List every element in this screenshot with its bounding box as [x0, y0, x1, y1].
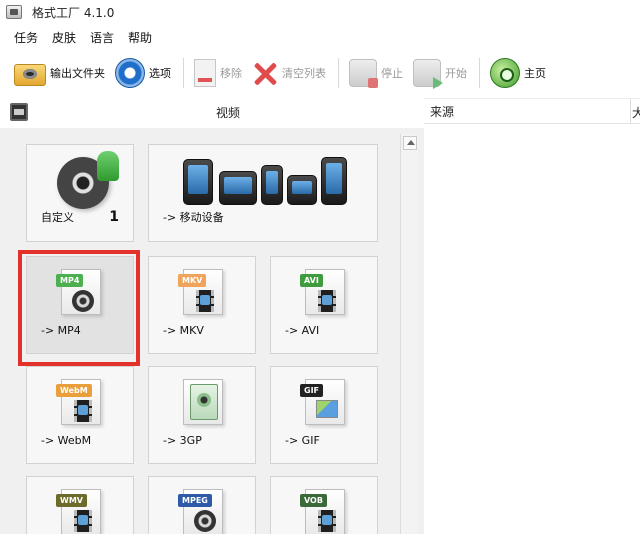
tile-webm[interactable]: WebM -> WebM [26, 366, 134, 464]
toolbar-separator [479, 58, 480, 88]
stop-icon [349, 59, 378, 88]
start-icon [413, 59, 443, 89]
webm-icon: WebM [56, 379, 101, 425]
format-panel-scrollbar[interactable] [400, 134, 418, 534]
app-icon [6, 5, 22, 19]
mpeg-tag: MPEG [178, 494, 212, 507]
menu-bar: 任务 皮肤 语言 帮助 [0, 26, 166, 48]
custom-reel-icon [57, 151, 119, 209]
stop-button[interactable]: 停止 [349, 55, 403, 91]
tile-label: 自定义 [41, 211, 74, 224]
tile-label: -> 移动设备 [163, 211, 224, 224]
home-label: 主页 [524, 67, 546, 80]
tile-label: -> GIF [285, 434, 320, 447]
tile-mobile-device[interactable]: -> 移动设备 [148, 144, 378, 242]
tile-label: -> 3GP [163, 434, 202, 447]
vob-icon: VOB [300, 489, 345, 534]
menu-language[interactable]: 语言 [90, 29, 114, 46]
menu-task[interactable]: 任务 [14, 29, 38, 46]
tile-label: -> AVI [285, 324, 320, 337]
tile-custom[interactable]: 自定义 1 [26, 144, 134, 242]
home-icon [490, 58, 520, 88]
tile-label: -> MKV [163, 324, 204, 337]
start-label: 开始 [445, 67, 467, 80]
tile-avi[interactable]: AVI -> AVI [270, 256, 378, 354]
task-list-header: 来源 大 [424, 98, 640, 125]
column-size[interactable]: 大 [632, 104, 640, 121]
title-bar: 格式工厂 4.1.0 [0, 0, 640, 24]
3gp-icon [183, 379, 223, 425]
remove-icon [194, 59, 216, 87]
mobile-devices-icon [173, 153, 353, 205]
clear-list-label: 清空列表 [282, 67, 326, 80]
remove-button[interactable]: 移除 [194, 55, 242, 91]
options-label: 选项 [149, 67, 171, 80]
folder-icon [14, 64, 46, 86]
selection-highlight [18, 250, 140, 366]
gif-tag: GIF [300, 384, 324, 397]
clear-icon [252, 60, 278, 86]
options-button[interactable]: 选项 [115, 55, 171, 91]
avi-tag: AVI [300, 274, 323, 287]
gif-icon: GIF [300, 379, 345, 425]
menu-help[interactable]: 帮助 [128, 29, 152, 46]
tile-3gp[interactable]: -> 3GP [148, 366, 256, 464]
vob-tag: VOB [300, 494, 327, 507]
mpeg-icon: MPEG [178, 489, 223, 534]
tile-mkv[interactable]: MKV -> MKV [148, 256, 256, 354]
tile-mpeg[interactable]: MPEG [148, 476, 256, 534]
options-icon [115, 58, 145, 88]
toolbar-separator [338, 58, 339, 88]
category-title: 视频 [216, 105, 241, 120]
remove-label: 移除 [220, 67, 242, 80]
wmv-tag: WMV [56, 494, 87, 507]
stop-label: 停止 [381, 67, 403, 80]
avi-icon: AVI [300, 269, 345, 315]
clear-list-button[interactable]: 清空列表 [252, 55, 326, 91]
mkv-tag: MKV [178, 274, 207, 287]
film-icon [10, 103, 28, 121]
toolbar-separator [183, 58, 184, 88]
tile-vob[interactable]: VOB [270, 476, 378, 534]
menu-skin[interactable]: 皮肤 [52, 29, 76, 46]
tile-label: -> WebM [41, 434, 92, 447]
tile-gif[interactable]: GIF -> GIF [270, 366, 378, 464]
scroll-up-icon[interactable] [403, 136, 417, 150]
home-button[interactable]: 主页 [490, 55, 546, 91]
custom-count: 1 [109, 209, 119, 225]
category-header[interactable]: 视频 [0, 100, 424, 124]
mkv-icon: MKV [178, 269, 223, 315]
output-folder-label: 输出文件夹 [50, 67, 105, 80]
output-folder-button[interactable]: 输出文件夹 [14, 55, 105, 91]
toolbar: 输出文件夹 选项 移除 清空列表 停止 开始 主页 [0, 52, 640, 94]
task-list[interactable] [424, 124, 640, 534]
column-divider[interactable] [630, 99, 631, 125]
start-button[interactable]: 开始 [413, 55, 467, 91]
wmv-icon: WMV [56, 489, 101, 534]
window-title: 格式工厂 4.1.0 [32, 5, 115, 20]
column-source[interactable]: 来源 [430, 103, 454, 120]
webm-tag: WebM [56, 384, 92, 397]
tile-wmv[interactable]: WMV [26, 476, 134, 534]
